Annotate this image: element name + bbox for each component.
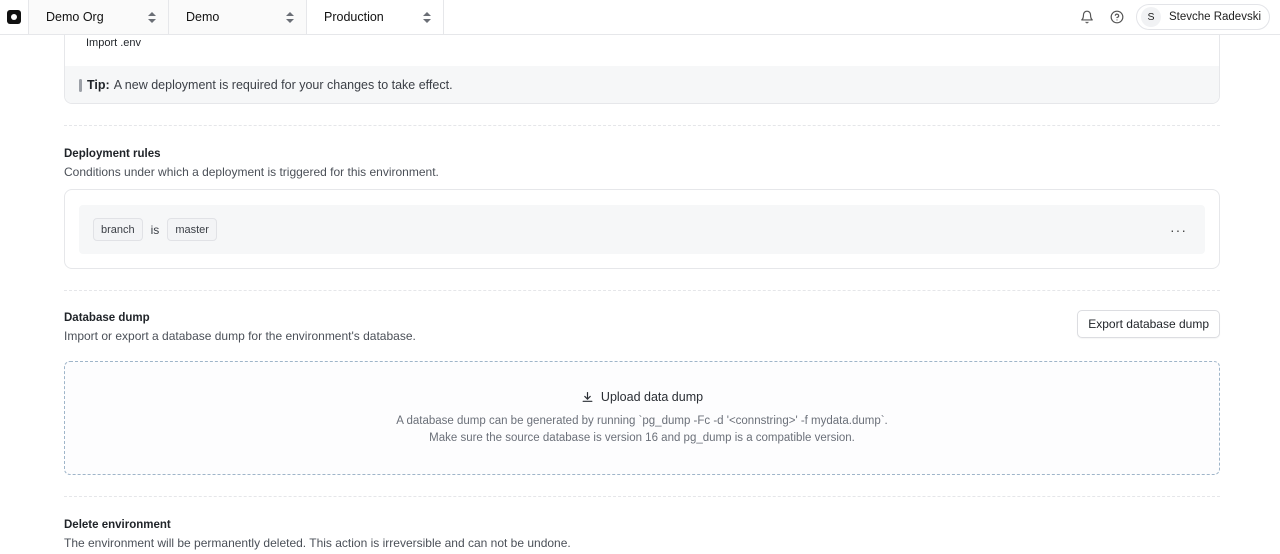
logo-icon xyxy=(7,10,21,24)
bell-icon xyxy=(1081,10,1093,24)
upload-data-dump-button[interactable]: Upload data dump xyxy=(65,390,1219,404)
environment-selector[interactable]: Production xyxy=(306,0,444,34)
database-dump-description: Import or export a database dump for the… xyxy=(64,329,416,343)
help-button[interactable] xyxy=(1102,2,1132,32)
upload-data-dump-label: Upload data dump xyxy=(600,390,704,404)
export-database-dump-button[interactable]: Export database dump xyxy=(1077,310,1220,338)
upload-dropzone[interactable]: Upload data dump A database dump can be … xyxy=(64,361,1220,475)
delete-environment-title: Delete environment xyxy=(64,519,171,531)
import-env-button[interactable]: Import .env xyxy=(86,37,141,49)
avatar: S xyxy=(1140,7,1161,27)
top-bar: Demo Org Demo Production S Stevche Radev… xyxy=(0,0,1280,35)
rule-field-chip: branch xyxy=(93,218,143,241)
tip-accent-bar xyxy=(79,78,82,92)
environment-selector-label: Production xyxy=(324,10,384,24)
rule-operator: is xyxy=(150,222,160,237)
deployment-rules-description: Conditions under which a deployment is t… xyxy=(64,165,439,179)
database-dump-title: Database dump xyxy=(64,312,150,324)
tip-label: Tip: xyxy=(87,78,110,92)
deployment-rules-title: Deployment rules xyxy=(64,148,161,160)
download-icon xyxy=(581,391,594,404)
user-menu-button[interactable]: S Stevche Radevski xyxy=(1135,4,1270,30)
deployment-rule-row: branch is master ··· xyxy=(79,205,1205,254)
org-selector[interactable]: Demo Org xyxy=(28,0,168,34)
chevron-up-down-icon xyxy=(286,11,294,24)
section-divider xyxy=(64,290,1220,291)
section-divider xyxy=(64,496,1220,497)
dump-hint-line-2: Make sure the source database is version… xyxy=(429,432,855,444)
logo-button[interactable] xyxy=(0,0,28,34)
project-selector-label: Demo xyxy=(186,10,220,24)
user-name: Stevche Radevski xyxy=(1168,11,1261,23)
chevron-up-down-icon xyxy=(148,11,156,24)
notifications-button[interactable] xyxy=(1072,2,1102,32)
delete-environment-description: The environment will be permanently dele… xyxy=(64,536,571,550)
project-selector[interactable]: Demo xyxy=(168,0,306,34)
help-icon xyxy=(1110,10,1124,24)
top-right-actions: S Stevche Radevski xyxy=(1072,0,1280,34)
section-divider xyxy=(64,125,1220,126)
tip-banner: Tip: A new deployment is required for yo… xyxy=(65,66,1219,103)
more-options-icon[interactable]: ··· xyxy=(1170,222,1187,238)
org-selector-label: Demo Org xyxy=(46,10,104,24)
tip-text: A new deployment is required for your ch… xyxy=(113,78,453,92)
chevron-up-down-icon xyxy=(423,11,431,24)
dump-hint-line-1: A database dump can be generated by runn… xyxy=(396,415,888,427)
rule-value-chip: master xyxy=(167,218,217,241)
deployment-rules-card: branch is master ··· xyxy=(64,189,1220,269)
